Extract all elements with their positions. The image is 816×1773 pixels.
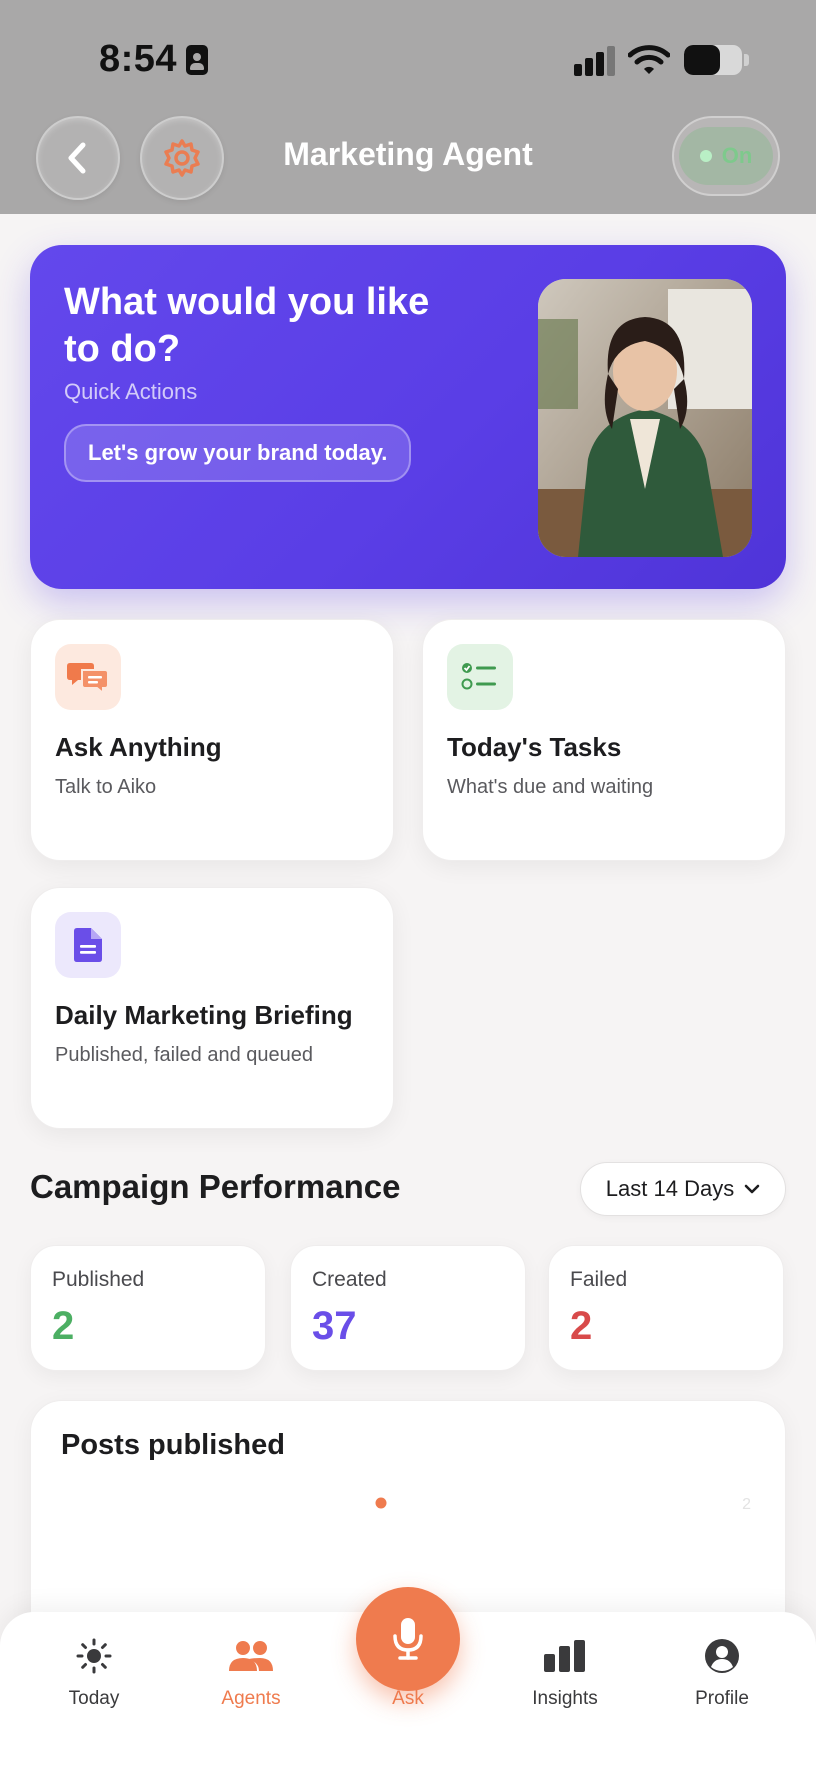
ask-anything-card[interactable]: Ask Anything Talk to Aiko (30, 619, 394, 861)
card-title: Ask Anything (55, 732, 222, 762)
hero-subtitle: Quick Actions (64, 379, 198, 404)
stat-card-created: Created 37 (290, 1245, 526, 1371)
bar-chart-icon (495, 1636, 635, 1676)
date-range-value: Last 14 Days (605, 1176, 735, 1201)
wifi-icon (628, 45, 670, 74)
stat-label: Created (312, 1268, 387, 1291)
cellular-signal-icon (574, 46, 616, 76)
tab-label: Today (68, 1688, 120, 1709)
contact-card-icon (186, 45, 208, 75)
chevron-down-icon (744, 1184, 760, 1194)
agent-toggle[interactable]: On (672, 116, 780, 196)
stat-value: 37 (312, 1304, 357, 1348)
people-icon (181, 1636, 321, 1676)
card-title: Today's Tasks (447, 732, 622, 762)
tab-insights[interactable]: Insights (495, 1636, 635, 1710)
back-button[interactable] (36, 116, 120, 200)
sun-icon (24, 1636, 164, 1676)
stat-card-published: Published 2 (30, 1245, 266, 1371)
app-header: 8:54 Marketing Agent On (0, 0, 816, 214)
stat-value: 2 (52, 1304, 75, 1348)
status-dot (699, 150, 712, 162)
chat-bubbles-icon (55, 644, 121, 710)
status-time: 8:54 (99, 38, 178, 80)
card-subtitle: What's due and waiting (447, 776, 654, 798)
gear-icon (164, 139, 200, 177)
tab-agents[interactable]: Agents (181, 1636, 321, 1710)
toggle-label: On (721, 143, 753, 168)
chevron-left-icon (68, 142, 86, 174)
tab-today[interactable]: Today (24, 1636, 164, 1710)
chart-title: Posts published (61, 1429, 285, 1461)
card-title: Daily Marketing Briefing (55, 1000, 353, 1030)
y-axis-tick-label: 2 (742, 1496, 751, 1513)
document-icon (55, 912, 121, 978)
tab-label: Agents (221, 1688, 281, 1709)
stat-label: Failed (570, 1268, 628, 1291)
settings-button[interactable] (140, 116, 224, 200)
brand-prompt-chip[interactable]: Let's grow your brand today. (64, 424, 412, 482)
battery-tip (744, 54, 749, 66)
agent-avatar-photo (538, 279, 752, 557)
status-bar: 8:54 (0, 0, 816, 110)
tab-profile[interactable]: Profile (652, 1636, 792, 1710)
stat-card-failed: Failed 2 (548, 1245, 784, 1371)
stat-value: 2 (570, 1304, 593, 1348)
card-subtitle: Talk to Aiko (55, 776, 157, 798)
hero-title: What would you like to do? (64, 281, 430, 370)
toggle-pill: On (679, 127, 773, 185)
chart-point (375, 1497, 387, 1509)
microphone-icon (393, 1618, 423, 1660)
checklist-icon (447, 644, 513, 710)
voice-ask-button[interactable] (356, 1587, 460, 1691)
page-title: Marketing Agent (283, 136, 533, 172)
date-range-select[interactable]: Last 14 Days (580, 1162, 786, 1216)
tab-label: Profile (695, 1688, 749, 1709)
todays-tasks-card[interactable]: Today's Tasks What's due and waiting (422, 619, 786, 861)
quick-actions-hero: What would you like to do? Quick Actions… (30, 245, 786, 589)
tab-label: Ask (392, 1688, 424, 1709)
section-title: Campaign Performance (30, 1168, 401, 1205)
tab-label: Insights (532, 1688, 598, 1709)
user-circle-icon (652, 1636, 792, 1676)
daily-briefing-card[interactable]: Daily Marketing Briefing Published, fail… (30, 887, 394, 1129)
battery-icon (684, 45, 742, 75)
card-subtitle: Published, failed and queued (55, 1044, 313, 1066)
stat-label: Published (52, 1268, 145, 1291)
